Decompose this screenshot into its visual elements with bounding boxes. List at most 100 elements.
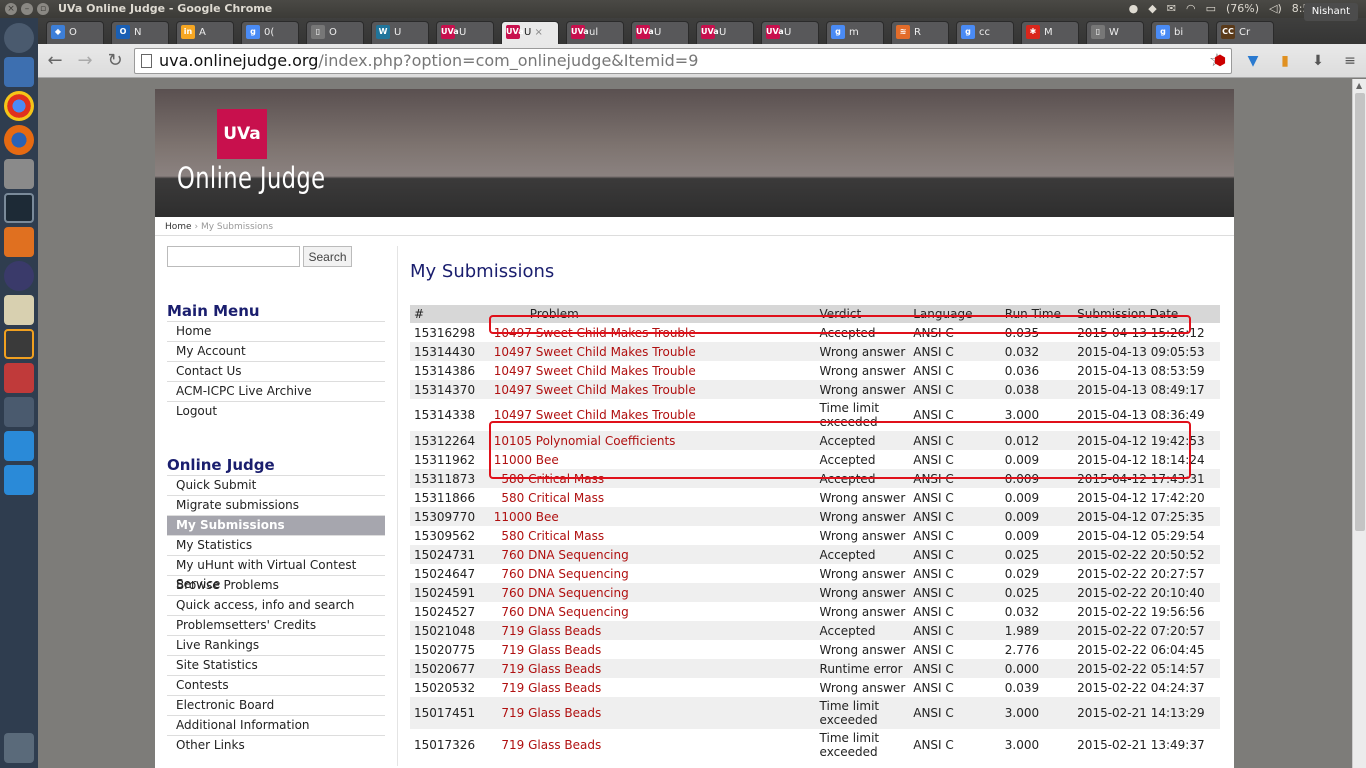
app-icon[interactable]	[4, 431, 34, 461]
browser-tab[interactable]: CC Cr	[1216, 21, 1274, 44]
browser-tab[interactable]: ▯ O	[306, 21, 364, 44]
menu-item[interactable]: Site Statistics	[167, 655, 385, 675]
browser-tab[interactable]: g cc	[956, 21, 1014, 44]
browser-tab[interactable]: gm	[826, 21, 884, 44]
problem-link[interactable]: 719 Glass Beads	[489, 697, 816, 729]
problem-link[interactable]: 580 Critical Mass	[490, 526, 816, 545]
problem-link[interactable]: 10497 Sweet Child Makes Trouble	[490, 361, 816, 380]
submission-id: 15309562	[414, 528, 476, 543]
sublime-text-icon[interactable]	[4, 329, 34, 359]
terminal-icon[interactable]	[4, 193, 34, 223]
battery-icon[interactable]: ▭	[1206, 2, 1216, 15]
browser-tab[interactable]: UVaU	[696, 21, 754, 44]
system-settings-icon[interactable]	[4, 159, 34, 189]
mail-icon[interactable]: ✉	[1167, 2, 1176, 15]
browser-tab[interactable]: UVaul	[566, 21, 624, 44]
browser-tab[interactable]: g bi	[1151, 21, 1209, 44]
download-icon[interactable]: ⬇	[1308, 51, 1328, 71]
menu-item[interactable]: Problemsetters' Credits	[167, 615, 385, 635]
uva-logo[interactable]: UVa	[217, 109, 267, 159]
search-input[interactable]	[167, 246, 300, 267]
breadcrumb-home[interactable]: Home	[165, 222, 192, 232]
chrome-menu-icon[interactable]: ≡	[1340, 51, 1360, 71]
volume-icon[interactable]: ◁)	[1269, 2, 1282, 15]
browser-tab[interactable]: ◆ O	[46, 21, 104, 44]
menu-item[interactable]: Additional Information	[167, 715, 385, 735]
browser-tab[interactable]: UVaU ×	[501, 21, 559, 44]
profile-badge[interactable]: Nishant	[1303, 3, 1358, 21]
search-button[interactable]: Search	[303, 246, 352, 267]
problem-link[interactable]: 760 DNA Sequencing	[490, 602, 816, 621]
trash-icon[interactable]	[4, 733, 34, 763]
menu-item[interactable]: My Submissions	[167, 515, 385, 535]
extension-shield-icon[interactable]: ▼	[1243, 51, 1263, 71]
dash-home-icon[interactable]	[4, 23, 34, 53]
app-icon-2[interactable]	[4, 465, 34, 495]
eclipse-icon[interactable]	[4, 261, 34, 291]
tab-favicon-icon: UVa	[701, 25, 719, 39]
menu-item[interactable]: Quick access, info and search	[167, 595, 385, 615]
problem-link[interactable]: 10497 Sweet Child Makes Trouble	[489, 342, 816, 361]
forward-icon[interactable]: →	[74, 51, 96, 71]
problem-link[interactable]: 719 Glass Beads	[489, 659, 816, 678]
browser-tab[interactable]: ▯ W	[1086, 21, 1144, 44]
menu-item[interactable]: My uHunt with Virtual Contest Service	[167, 555, 385, 591]
menu-item[interactable]: Live Rankings	[167, 635, 385, 655]
window-minimize-icon[interactable]: –	[21, 3, 33, 15]
browser-tab[interactable]: UVaU	[761, 21, 819, 44]
signal-extension-icon[interactable]: ▮	[1275, 51, 1295, 71]
matlab-icon[interactable]	[4, 227, 34, 257]
menu-item[interactable]: Other Links	[167, 735, 385, 755]
firefox-icon[interactable]	[4, 125, 34, 155]
browser-tab[interactable]: ON	[111, 21, 169, 44]
address-bar[interactable]: uva.onlinejudge.org/index.php?option=com…	[134, 48, 1232, 74]
browser-tab[interactable]: in A	[176, 21, 234, 44]
problem-link[interactable]: 719 Glass Beads	[490, 678, 816, 697]
browser-tab[interactable]: WU	[371, 21, 429, 44]
menu-item[interactable]: Migrate submissions	[167, 495, 385, 515]
browser-tab[interactable]: UVaU	[436, 21, 494, 44]
window-maximize-icon[interactable]: ▫	[37, 3, 49, 15]
menu-item[interactable]: Quick Submit	[167, 475, 385, 495]
wifi-icon[interactable]: ◠	[1186, 2, 1196, 15]
problem-link[interactable]: 760 DNA Sequencing	[489, 545, 816, 564]
dropbox-icon[interactable]: ◆	[1148, 2, 1156, 15]
problem-link[interactable]: 11000 Bee	[489, 507, 816, 526]
reload-icon[interactable]: ↻	[104, 51, 126, 71]
files-icon[interactable]	[4, 57, 34, 87]
scroll-up-icon[interactable]: ▲	[1356, 81, 1362, 90]
tab-close-icon[interactable]: ×	[531, 27, 543, 38]
menu-item[interactable]: My Statistics	[167, 535, 385, 555]
adblock-icon[interactable]: ⬢	[1210, 51, 1230, 71]
scrollbar-thumb[interactable]	[1355, 93, 1365, 531]
window-close-icon[interactable]: ×	[5, 3, 17, 15]
chrome-tray-icon[interactable]: ●	[1129, 2, 1139, 15]
problem-link[interactable]: 760 DNA Sequencing	[489, 583, 816, 602]
menu-item[interactable]: Home	[167, 321, 385, 341]
problem-link[interactable]: 580 Critical Mass	[490, 488, 816, 507]
menu-item[interactable]: Electronic Board	[167, 695, 385, 715]
menu-item[interactable]: Contests	[167, 675, 385, 695]
menu-item[interactable]: ACM-ICPC Live Archive	[167, 381, 385, 401]
document-viewer-icon[interactable]	[4, 363, 34, 393]
menu-item[interactable]: My Account	[167, 341, 385, 361]
browser-tab[interactable]: g 0(	[241, 21, 299, 44]
browser-tab[interactable]: ≋ R	[891, 21, 949, 44]
browser-tab[interactable]: ✱ M	[1021, 21, 1079, 44]
problem-link[interactable]: 719 Glass Beads	[490, 729, 816, 761]
problem-link[interactable]: 719 Glass Beads	[490, 640, 816, 659]
page-scrollbar[interactable]: ▲	[1352, 79, 1366, 768]
text-editor-icon[interactable]	[4, 295, 34, 325]
menu-item[interactable]: Logout	[167, 401, 385, 421]
back-icon[interactable]: ←	[44, 51, 66, 71]
menu-item[interactable]: Contact Us	[167, 361, 385, 381]
chrome-launcher-icon[interactable]	[4, 91, 34, 121]
tab-label: U	[654, 27, 662, 38]
menu-item[interactable]: Browse Problems	[167, 575, 385, 595]
browser-tab[interactable]: UVaU	[631, 21, 689, 44]
problem-link[interactable]: 719 Glass Beads	[489, 621, 816, 640]
workspace-switcher-icon[interactable]	[4, 397, 34, 427]
language: ANSI C	[913, 490, 954, 505]
problem-link[interactable]: 760 DNA Sequencing	[490, 564, 816, 583]
problem-link[interactable]: 10497 Sweet Child Makes Trouble	[489, 380, 816, 399]
